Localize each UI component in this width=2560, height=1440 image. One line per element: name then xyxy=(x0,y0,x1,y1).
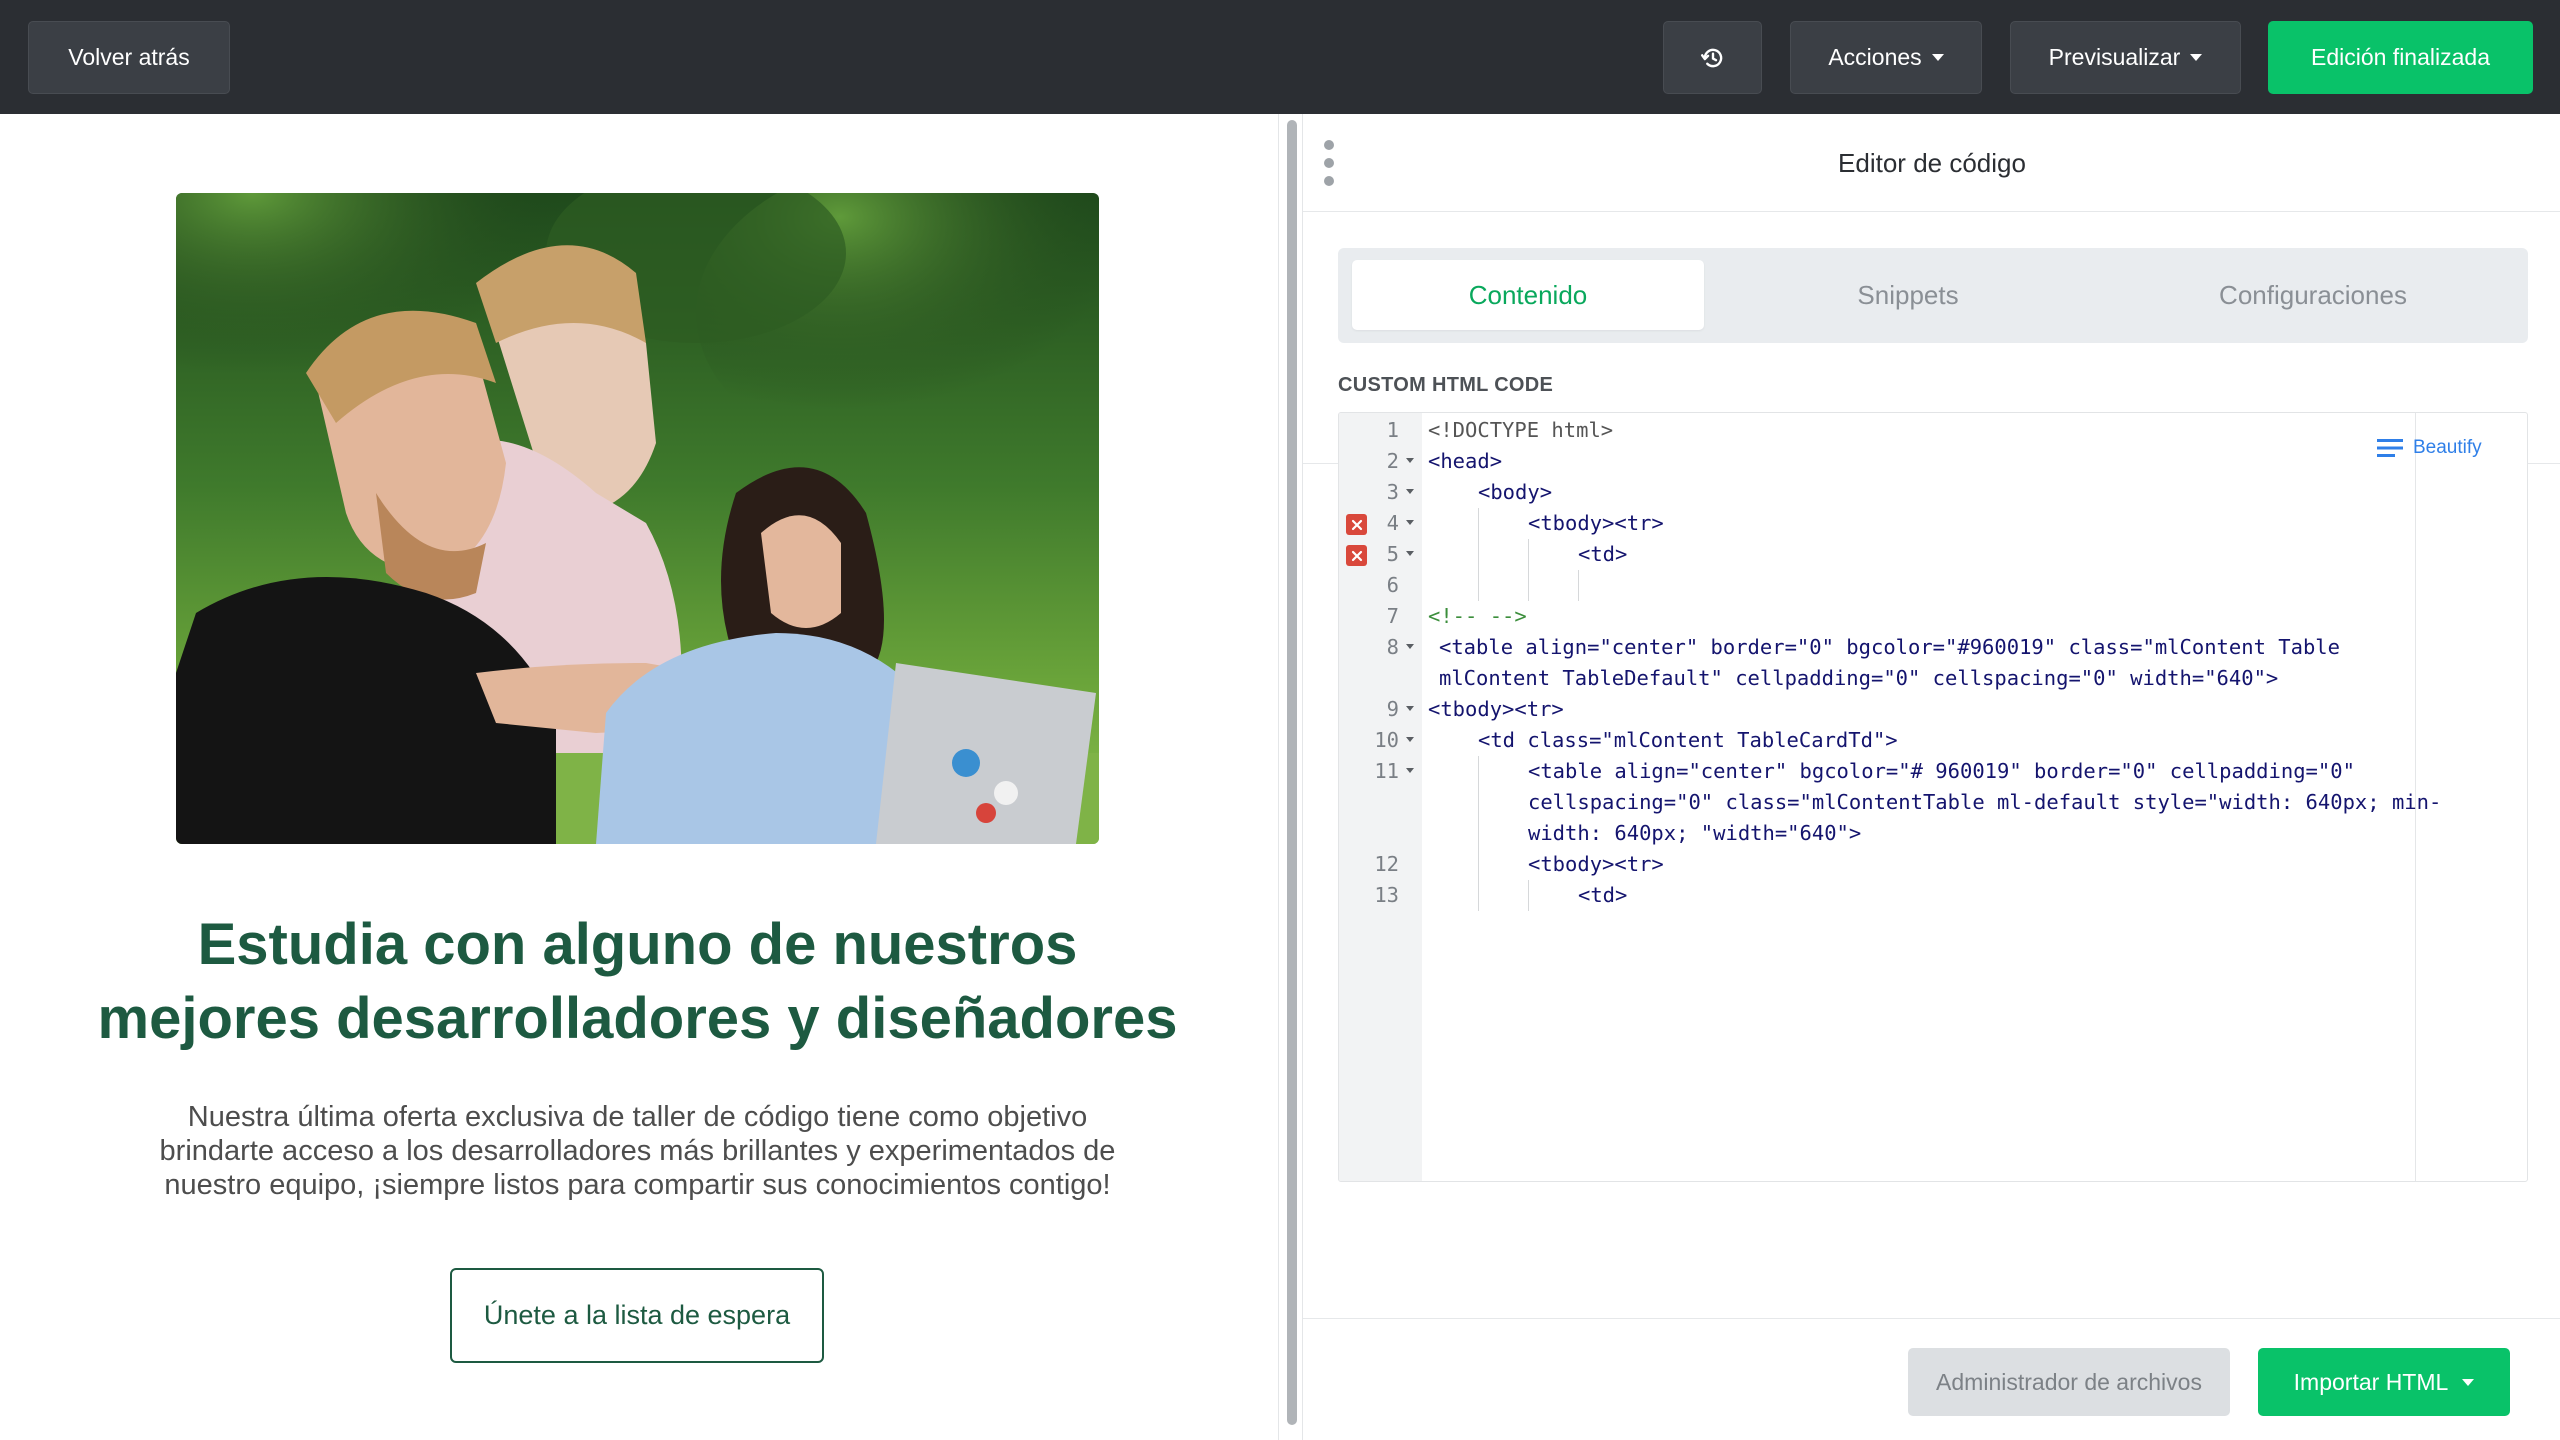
line-number: 13 xyxy=(1374,883,1399,907)
indent-guide xyxy=(1528,880,1529,911)
indent-guide xyxy=(1478,570,1479,601)
code-line: 4 <tbody><tr> xyxy=(1339,508,2527,539)
code-line: 1 <!DOCTYPE html> xyxy=(1339,415,2527,446)
indent-guide xyxy=(1578,570,1579,601)
code-line: 8 <table align="center" border="0" bgcol… xyxy=(1339,632,2527,694)
tab-bar: Contenido Snippets Configuraciones xyxy=(1338,248,2528,343)
code-line: 12 <tbody><tr> xyxy=(1339,849,2527,880)
indent-guide xyxy=(1478,756,1479,849)
fold-arrow-icon[interactable] xyxy=(1406,520,1414,525)
code-section-label: CUSTOM HTML CODE xyxy=(1338,374,1554,396)
email-preview: Estudia con alguno de nuestros mejores d… xyxy=(0,114,1278,1440)
code-text: <td> xyxy=(1578,883,1628,907)
panel-header: Editor de código xyxy=(1303,114,2560,212)
tab-content[interactable]: Contenido xyxy=(1352,260,1704,330)
actions-dropdown[interactable]: Acciones xyxy=(1790,21,1982,94)
tab-settings[interactable]: Configuraciones xyxy=(2108,260,2518,330)
indent-guide xyxy=(1528,539,1529,570)
hero-title-line-1: Estudia con alguno de nuestros xyxy=(197,912,1078,977)
code-line: 9 <tbody><tr> xyxy=(1339,694,2527,725)
panel-footer: Administrador de archivos Importar HTML xyxy=(1303,1318,2560,1440)
line-number: 10 xyxy=(1374,728,1399,752)
scrollbar-thumb[interactable] xyxy=(1287,120,1297,1425)
back-button[interactable]: Volver atrás xyxy=(28,21,230,94)
code-editor-panel: Editor de código Contenido Snippets Conf… xyxy=(1302,114,2560,1440)
hero-body-line-2: brindarte acceso a los desarrolladores m… xyxy=(159,1135,1116,1167)
fold-arrow-icon[interactable] xyxy=(1406,489,1414,494)
panel-splitter[interactable] xyxy=(1278,114,1302,1440)
hero-title[interactable]: Estudia con alguno de nuestros mejores d… xyxy=(40,908,1235,1056)
code-text: <body> xyxy=(1478,480,1553,504)
indent-guide xyxy=(1478,880,1479,911)
code-line: 5 <td> xyxy=(1339,539,2527,570)
code-text: <td> xyxy=(1578,542,1628,566)
indent-guide xyxy=(1478,849,1479,880)
chevron-down-icon xyxy=(1931,54,1944,61)
panel-title: Editor de código xyxy=(1838,147,2026,178)
code-text: <table align="center" bgcolor="# 960019"… xyxy=(1528,759,2442,845)
chevron-down-icon xyxy=(2462,1378,2475,1386)
fold-arrow-icon[interactable] xyxy=(1406,737,1414,742)
history-button[interactable] xyxy=(1663,21,1762,94)
code-line: 11 <table align="center" bgcolor="# 9600… xyxy=(1339,756,2527,849)
code-text: <tbody><tr> xyxy=(1428,697,1564,721)
line-number: 9 xyxy=(1386,697,1399,721)
waitlist-button[interactable]: Únete a la lista de espera xyxy=(450,1268,824,1363)
fold-arrow-icon[interactable] xyxy=(1406,458,1414,463)
line-number: 3 xyxy=(1386,480,1399,504)
chevron-down-icon xyxy=(2190,54,2203,61)
code-line: 3 <body> xyxy=(1339,477,2527,508)
html-code-editor[interactable]: Beautify 1 <!DOCTYPE html> 2 <head> 3 <b… xyxy=(1338,412,2528,1182)
line-number: 6 xyxy=(1386,573,1399,597)
preview-label: Previsualizar xyxy=(2048,44,2181,70)
code-text: <tbody><tr> xyxy=(1528,511,1664,535)
hero-body-line-3: nuestro equipo, ¡siempre listos para com… xyxy=(164,1169,1111,1201)
indent-guide xyxy=(1478,508,1479,539)
line-number: 4 xyxy=(1386,511,1399,535)
code-line: 10 <td class="mlContent TableCardTd"> xyxy=(1339,725,2527,756)
code-text: <head> xyxy=(1428,449,1503,473)
code-text: <td class="mlContent TableCardTd"> xyxy=(1478,728,1898,752)
line-number: 12 xyxy=(1374,852,1399,876)
code-text: <table align="center" border="0" bgcolor… xyxy=(1439,635,2353,690)
tab-snippets[interactable]: Snippets xyxy=(1738,260,2078,330)
import-html-dropdown[interactable]: Importar HTML xyxy=(2258,1348,2510,1416)
line-number: 8 xyxy=(1386,635,1399,659)
hero-image[interactable] xyxy=(176,193,1099,844)
indent-guide xyxy=(1528,570,1529,601)
hero-body-line-1: Nuestra última oferta exclusiva de talle… xyxy=(187,1101,1088,1133)
top-toolbar: Volver atrás Acciones Previsualizar Edic… xyxy=(0,0,2560,114)
hero-title-line-2: mejores desarrolladores y diseñadores xyxy=(97,986,1178,1051)
line-number: 5 xyxy=(1386,542,1399,566)
line-number: 11 xyxy=(1374,759,1399,783)
import-html-label: Importar HTML xyxy=(2293,1368,2449,1395)
code-line: 13 <td> xyxy=(1339,880,2527,911)
hero-body-text[interactable]: Nuestra última oferta exclusiva de talle… xyxy=(120,1100,1155,1202)
indent-guide xyxy=(1478,539,1479,570)
fold-arrow-icon[interactable] xyxy=(1406,768,1414,773)
fold-arrow-icon[interactable] xyxy=(1406,644,1414,649)
fold-arrow-icon[interactable] xyxy=(1406,551,1414,556)
code-text: <tbody><tr> xyxy=(1528,852,1664,876)
code-line: 7 <!-- --> xyxy=(1339,601,2527,632)
actions-label: Acciones xyxy=(1828,44,1922,70)
line-number: 7 xyxy=(1386,604,1399,628)
finish-editing-button[interactable]: Edición finalizada xyxy=(2268,21,2533,94)
file-manager-button[interactable]: Administrador de archivos xyxy=(1908,1348,2230,1416)
line-number: 1 xyxy=(1386,418,1399,442)
fold-arrow-icon[interactable] xyxy=(1406,706,1414,711)
code-line: 2 <head> xyxy=(1339,446,2527,477)
code-text: <!-- --> xyxy=(1428,604,1527,628)
preview-dropdown[interactable]: Previsualizar xyxy=(2010,21,2241,94)
code-text: <!DOCTYPE html> xyxy=(1428,418,1614,442)
history-icon xyxy=(1700,45,1726,71)
line-number: 2 xyxy=(1386,449,1399,473)
drag-handle-icon[interactable] xyxy=(1324,140,1334,186)
code-line: 6 xyxy=(1339,570,2527,601)
